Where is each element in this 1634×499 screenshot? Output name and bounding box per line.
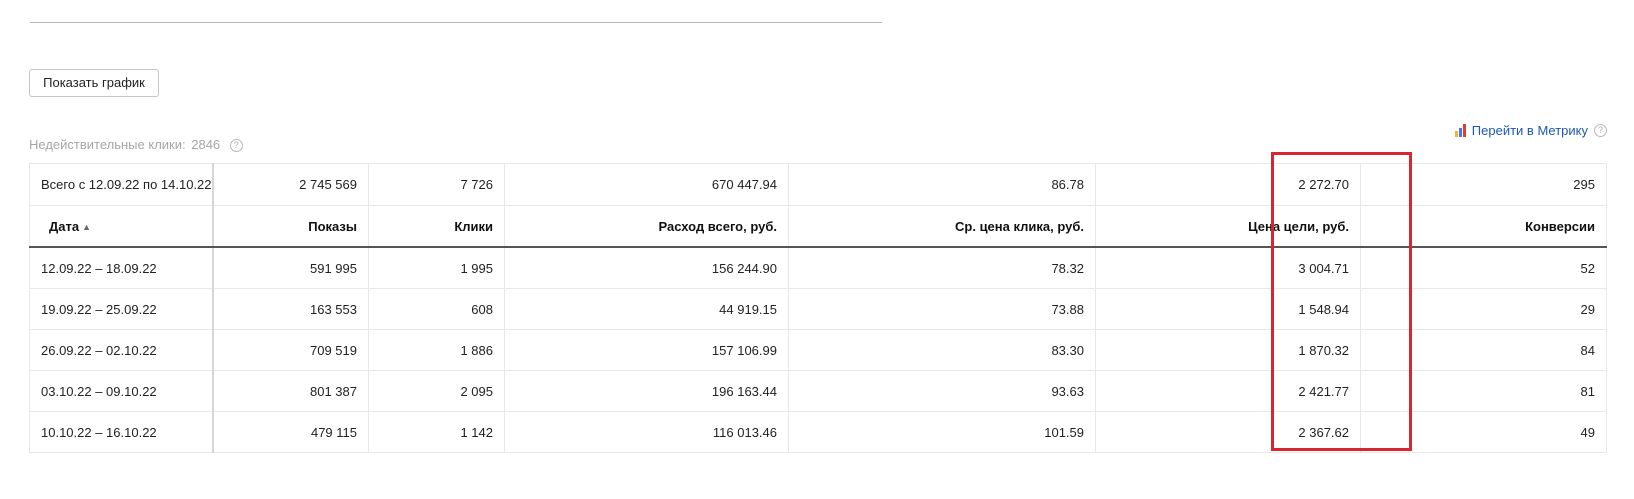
cell-conversions: 84 bbox=[1360, 329, 1607, 371]
invalid-clicks-label: Недействительные клики: bbox=[29, 137, 186, 152]
total-label: Всего с 12.09.22 по 14.10.22 bbox=[29, 163, 214, 206]
cell-goal-price: 1 870.32 bbox=[1095, 329, 1361, 371]
help-icon[interactable]: ? bbox=[229, 139, 243, 152]
total-avg-cpc: 86.78 bbox=[788, 163, 1096, 206]
cell-avg-cpc: 78.32 bbox=[788, 246, 1096, 289]
cell-goal-price: 3 004.71 bbox=[1095, 246, 1361, 289]
column-header-avg-cpc[interactable]: Ср. цена клика, руб. bbox=[788, 205, 1096, 248]
cell-goal-price: 2 367.62 bbox=[1095, 411, 1361, 453]
cell-clicks: 1 142 bbox=[368, 411, 505, 453]
table-row: 19.09.22 – 25.09.22 163 553 608 44 919.1… bbox=[29, 288, 1607, 330]
cell-avg-cpc: 93.63 bbox=[788, 370, 1096, 412]
go-to-metrika-link[interactable]: Перейти в Метрику ? bbox=[1454, 123, 1607, 138]
cell-shows: 479 115 bbox=[212, 411, 369, 453]
sort-ascending-icon: ▲ bbox=[82, 221, 92, 232]
table-row: 10.10.22 – 16.10.22 479 115 1 142 116 01… bbox=[29, 411, 1607, 453]
cell-avg-cpc: 73.88 bbox=[788, 288, 1096, 330]
table-row: 26.09.22 – 02.10.22 709 519 1 886 157 10… bbox=[29, 329, 1607, 371]
column-header-date-label: Дата bbox=[49, 218, 80, 234]
total-goal-price: 2 272.70 bbox=[1095, 163, 1361, 206]
cell-date: 12.09.22 – 18.09.22 bbox=[29, 246, 214, 289]
invalid-clicks-info: Недействительные клики: 2846 ? bbox=[29, 137, 243, 152]
cell-date: 10.10.22 – 16.10.22 bbox=[29, 411, 214, 453]
cell-clicks: 608 bbox=[368, 288, 505, 330]
cell-date: 03.10.22 – 09.10.22 bbox=[29, 370, 214, 412]
total-conversions: 295 bbox=[1360, 163, 1607, 206]
table-row: 12.09.22 – 18.09.22 591 995 1 995 156 24… bbox=[29, 246, 1607, 289]
cell-avg-cpc: 101.59 bbox=[788, 411, 1096, 453]
column-header-conversions[interactable]: Конверсии bbox=[1360, 205, 1607, 248]
cell-shows: 801 387 bbox=[212, 370, 369, 412]
cell-date: 19.09.22 – 25.09.22 bbox=[29, 288, 214, 330]
table-header: Дата ▲ Показы Клики Расход всего, руб. Ср… bbox=[29, 205, 1607, 248]
column-header-clicks[interactable]: Клики bbox=[368, 205, 505, 248]
cell-avg-cpc: 83.30 bbox=[788, 329, 1096, 371]
cell-conversions: 29 bbox=[1360, 288, 1607, 330]
column-header-shows[interactable]: Показы bbox=[212, 205, 369, 248]
cell-clicks: 1 995 bbox=[368, 246, 505, 289]
cell-date: 26.09.22 – 02.10.22 bbox=[29, 329, 214, 371]
total-row: Всего с 12.09.22 по 14.10.22 2 745 569 7… bbox=[29, 163, 1607, 206]
cell-conversions: 49 bbox=[1360, 411, 1607, 453]
cell-shows: 163 553 bbox=[212, 288, 369, 330]
total-clicks: 7 726 bbox=[368, 163, 505, 206]
column-header-date[interactable]: Дата ▲ bbox=[29, 205, 214, 248]
total-spend: 670 447.94 bbox=[504, 163, 789, 206]
cell-shows: 709 519 bbox=[212, 329, 369, 371]
cell-spend: 44 919.15 bbox=[504, 288, 789, 330]
metrika-bars-icon bbox=[1454, 124, 1467, 137]
cell-spend: 156 244.90 bbox=[504, 246, 789, 289]
cell-conversions: 52 bbox=[1360, 246, 1607, 289]
cell-goal-price: 2 421.77 bbox=[1095, 370, 1361, 412]
cell-goal-price: 1 548.94 bbox=[1095, 288, 1361, 330]
cell-spend: 157 106.99 bbox=[504, 329, 789, 371]
cell-clicks: 1 886 bbox=[368, 329, 505, 371]
stats-table: Всего с 12.09.22 по 14.10.22 2 745 569 7… bbox=[29, 163, 1607, 453]
top-divider bbox=[30, 22, 882, 23]
cell-spend: 116 013.46 bbox=[504, 411, 789, 453]
total-shows: 2 745 569 bbox=[212, 163, 369, 206]
show-chart-button[interactable]: Показать график bbox=[29, 69, 159, 97]
cell-shows: 591 995 bbox=[212, 246, 369, 289]
metrika-link-label: Перейти в Метрику bbox=[1471, 123, 1588, 138]
table-row: 03.10.22 – 09.10.22 801 387 2 095 196 16… bbox=[29, 370, 1607, 412]
invalid-clicks-value: 2846 bbox=[191, 137, 221, 152]
column-header-goal-price[interactable]: Цена цели, руб. bbox=[1095, 205, 1361, 248]
cell-clicks: 2 095 bbox=[368, 370, 505, 412]
help-icon[interactable]: ? bbox=[1594, 124, 1607, 137]
column-header-spend[interactable]: Расход всего, руб. bbox=[504, 205, 789, 248]
cell-conversions: 81 bbox=[1360, 370, 1607, 412]
cell-spend: 196 163.44 bbox=[504, 370, 789, 412]
